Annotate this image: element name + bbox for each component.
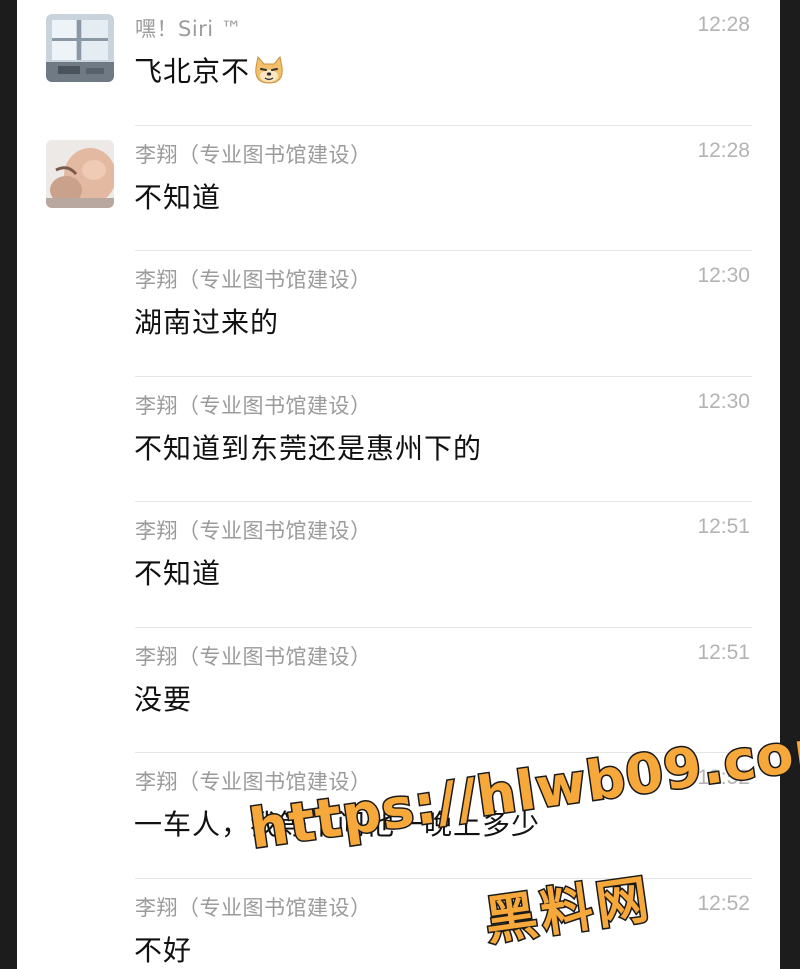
message-item[interactable]: 嘿！Siri ™ 12:28 飞北京不	[17, 0, 780, 126]
message-text: 湖南过来的	[134, 306, 280, 339]
message-text: 不知道	[134, 557, 222, 590]
message-time: 12:30	[697, 264, 750, 287]
message-time: 12:28	[697, 13, 750, 36]
sender-name: 李翔（专业图书馆建设）	[135, 393, 372, 418]
sender-name: 李翔（专业图书馆建设）	[135, 519, 372, 543]
message-text: 没要	[134, 682, 193, 716]
message-item[interactable]: 李翔（专业图书馆建设） 12:52 不好	[17, 879, 780, 969]
message-time: 12:52	[697, 766, 750, 789]
sender-name: 李翔（专业图书馆建设）	[135, 268, 372, 292]
sender-name: 李翔（专业图书馆建设）	[135, 770, 372, 794]
avatar[interactable]	[46, 139, 114, 208]
sender-name: 李翔（专业图书馆建设）	[135, 895, 372, 920]
doge-emoji-icon	[252, 55, 286, 92]
message-text: 不知道到东莞还是惠州下的	[134, 431, 483, 465]
message-text: 飞北京不	[134, 50, 286, 92]
message-text: 一车人，我等下问他一晚上多少	[134, 808, 541, 841]
sender-name: 李翔（专业图书馆建设）	[135, 644, 372, 669]
message-text: 不知道	[134, 180, 222, 214]
message-item[interactable]: 李翔（专业图书馆建设） 12:30 湖南过来的	[17, 251, 780, 377]
message-item[interactable]: 李翔（专业图书馆建设） 12:28 不知道	[17, 126, 780, 251]
message-time: 12:30	[697, 389, 750, 413]
message-time: 12:51	[697, 515, 750, 538]
message-item[interactable]: 李翔（专业图书馆建设） 12:52 一车人，我等下问他一晚上多少	[17, 753, 780, 879]
message-item[interactable]: 李翔（专业图书馆建设） 12:51 不知道	[17, 502, 780, 628]
message-item[interactable]: 李翔（专业图书馆建设） 12:30 不知道到东莞还是惠州下的	[17, 377, 780, 502]
chat-message-list: 嘿！Siri ™ 12:28 飞北京不 李翔（专业图书馆建设） 12:28 不知…	[17, 0, 780, 969]
message-time: 12:51	[697, 640, 750, 664]
message-time: 12:52	[697, 891, 750, 915]
avatar[interactable]	[46, 14, 114, 82]
message-text-content: 飞北京不	[134, 55, 251, 88]
message-time: 12:28	[697, 138, 750, 162]
sender-name: 嘿！Siri ™	[135, 17, 243, 41]
message-item[interactable]: 李翔（专业图书馆建设） 12:51 没要	[17, 628, 780, 753]
sender-name: 李翔（专业图书馆建设）	[135, 142, 372, 167]
message-text: 不好	[134, 933, 193, 967]
